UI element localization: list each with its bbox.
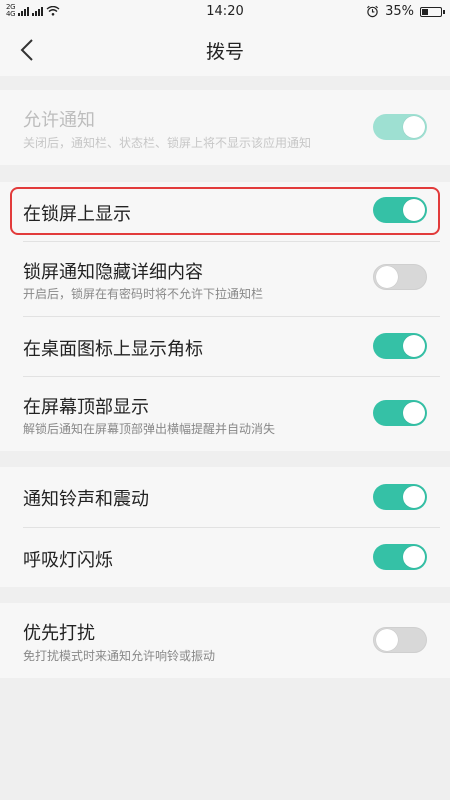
badge-toggle[interactable]: [373, 333, 427, 359]
setting-label: 优先打扰: [23, 623, 95, 644]
page-title: 拨号: [205, 41, 244, 63]
setting-desc: 开启后，锁屏在有密码时将不允许下拉通知栏: [23, 287, 264, 301]
setting-top-banner[interactable]: 在屏幕顶部显示 解锁后通知在屏幕顶部弹出横幅提醒并自动消失: [0, 377, 450, 451]
setting-desc: 解锁后通知在屏幕顶部弹出横幅提醒并自动消失: [23, 422, 276, 436]
setting-desc: 免打扰模式时来通知允许响铃或振动: [23, 649, 216, 663]
breathing-light-toggle[interactable]: [373, 544, 427, 570]
toggle-knob: [403, 546, 425, 568]
status-bar: 2G 4G 14:20 35%: [0, 0, 450, 24]
setting-ringtone-vibrate[interactable]: 通知铃声和震动: [0, 467, 450, 527]
toggle-knob: [403, 335, 425, 357]
lockscreen-hide-detail-toggle[interactable]: [373, 264, 427, 290]
toggle-knob: [403, 486, 425, 508]
setting-label: 呼吸灯闪烁: [23, 550, 113, 571]
app-header: 拨号: [0, 24, 450, 76]
allow-notify-toggle[interactable]: [373, 114, 427, 140]
setting-label: 锁屏通知隐藏详细内容: [23, 262, 203, 283]
setting-lockscreen-hide-detail[interactable]: 锁屏通知隐藏详细内容 开启后，锁屏在有密码时将不允许下拉通知栏: [0, 242, 450, 316]
setting-desc: 关闭后，通知栏、状态栏、锁屏上将不显示该应用通知: [23, 136, 312, 150]
setting-label: 允许通知: [23, 110, 95, 131]
ringtone-vibrate-toggle[interactable]: [373, 484, 427, 510]
battery-fill: [422, 8, 428, 15]
setting-label: 在桌面图标上显示角标: [23, 339, 203, 360]
setting-breathing-light[interactable]: 呼吸灯闪烁: [0, 528, 450, 587]
top-banner-toggle[interactable]: [373, 400, 427, 426]
setting-dnd-priority[interactable]: 优先打扰 免打扰模式时来通知允许响铃或振动: [0, 603, 450, 678]
setting-label: 通知铃声和震动: [23, 489, 149, 510]
toggle-knob: [403, 402, 425, 424]
dnd-priority-toggle[interactable]: [373, 627, 427, 653]
alarm-icon: [367, 5, 379, 18]
toggle-knob: [376, 266, 398, 288]
toggle-knob: [376, 629, 398, 651]
setting-label: 在屏幕顶部显示: [23, 397, 149, 418]
battery-percent: 35%: [385, 4, 414, 19]
highlight-box: [10, 187, 440, 235]
status-right: 35%: [366, 4, 445, 19]
setting-allow-notify[interactable]: 允许通知 关闭后，通知栏、状态栏、锁屏上将不显示该应用通知: [0, 90, 450, 165]
setting-badge[interactable]: 在桌面图标上显示角标: [0, 317, 450, 376]
toggle-knob: [403, 116, 425, 138]
battery-icon: [420, 6, 445, 17]
